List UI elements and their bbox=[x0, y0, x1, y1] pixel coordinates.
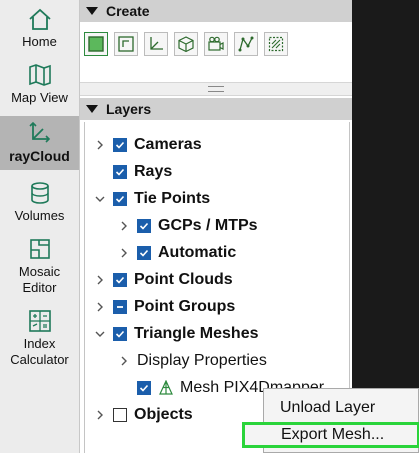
layer-checkbox[interactable] bbox=[137, 219, 151, 233]
nav-home[interactable]: Home bbox=[0, 6, 79, 58]
chevron-right-icon[interactable] bbox=[93, 138, 107, 152]
camera-icon bbox=[207, 35, 225, 53]
layers-section-header[interactable]: Layers bbox=[80, 98, 352, 120]
layer-checkbox[interactable] bbox=[113, 408, 127, 422]
layer-checkbox[interactable] bbox=[113, 165, 127, 179]
layer-checkbox[interactable] bbox=[113, 192, 127, 206]
layers-title: Layers bbox=[106, 101, 152, 117]
axis-icon bbox=[147, 35, 165, 53]
nav-mosaic-editor[interactable]: Mosaic Editor bbox=[0, 236, 79, 302]
nav-map-view[interactable]: Map View bbox=[0, 62, 79, 112]
collapse-triangle-icon bbox=[86, 105, 98, 113]
layer-row-automatic[interactable]: Automatic bbox=[85, 240, 349, 266]
nav-raycloud[interactable]: rayCloud bbox=[0, 116, 79, 170]
new-frame-icon bbox=[117, 35, 135, 53]
nav-mosaic-editor-label: Mosaic Editor bbox=[18, 264, 61, 295]
raycloud-panel: Create Layers Cameras Rays Tie Points GCPs … bbox=[80, 0, 352, 453]
panel-splitter[interactable] bbox=[80, 82, 352, 96]
layer-label: Triangle Meshes bbox=[134, 325, 259, 342]
layer-label: GCPs / MTPs bbox=[158, 217, 258, 234]
nav-raycloud-label: rayCloud bbox=[9, 148, 70, 164]
cube-tool[interactable] bbox=[174, 32, 198, 56]
layer-label: Tie Points bbox=[134, 190, 211, 207]
layer-label: Point Clouds bbox=[134, 271, 233, 288]
layer-row-gcps-mtps[interactable]: GCPs / MTPs bbox=[85, 213, 349, 239]
nav-index-calculator-label: Index Calculator bbox=[10, 336, 69, 367]
menu-item-unload-layer[interactable]: Unload Layer bbox=[264, 395, 419, 421]
axes-icon bbox=[27, 120, 53, 146]
grid-square-tool[interactable] bbox=[264, 32, 288, 56]
layer-label: Objects bbox=[134, 406, 193, 423]
chevron-right-icon[interactable] bbox=[117, 246, 131, 260]
create-title: Create bbox=[106, 3, 150, 19]
layer-row-triangle-meshes[interactable]: Triangle Meshes bbox=[85, 321, 349, 347]
chevron-right-icon[interactable] bbox=[117, 354, 131, 368]
cube-icon bbox=[177, 35, 195, 53]
layer-label: Cameras bbox=[134, 136, 202, 153]
new-frame-tool[interactable] bbox=[114, 32, 138, 56]
grid-square-icon bbox=[267, 35, 285, 53]
polyline-tool[interactable] bbox=[234, 32, 258, 56]
collapse-triangle-icon bbox=[86, 7, 98, 15]
nav-home-label: Home bbox=[22, 34, 57, 49]
layer-row-rays[interactable]: Rays bbox=[85, 159, 349, 185]
layer-row-point-groups[interactable]: Point Groups bbox=[85, 294, 349, 320]
mesh-icon bbox=[158, 380, 174, 396]
create-toolbar bbox=[84, 32, 288, 58]
layer-label: Automatic bbox=[158, 244, 237, 261]
map-icon bbox=[27, 62, 53, 88]
layer-row-point-clouds[interactable]: Point Clouds bbox=[85, 267, 349, 293]
chevron-right-icon[interactable] bbox=[93, 273, 107, 287]
layer-label: Point Groups bbox=[134, 298, 236, 315]
new-rectangle-icon bbox=[87, 35, 105, 53]
nav-volumes-label: Volumes bbox=[14, 208, 65, 223]
mosaic-icon bbox=[27, 236, 53, 262]
layer-row-cameras[interactable]: Cameras bbox=[85, 132, 349, 158]
layer-checkbox[interactable] bbox=[137, 246, 151, 260]
nav-index-calculator[interactable]: Index Calculator bbox=[0, 308, 79, 374]
chevron-right-icon[interactable] bbox=[93, 300, 107, 314]
axis-tool[interactable] bbox=[144, 32, 168, 56]
layer-checkbox[interactable] bbox=[113, 273, 127, 287]
layer-checkbox[interactable] bbox=[113, 300, 127, 314]
new-rectangle-tool[interactable] bbox=[84, 32, 108, 56]
calculator-icon bbox=[27, 308, 53, 334]
menu-item-export-mesh[interactable]: Export Mesh... bbox=[242, 422, 419, 448]
chevron-right-icon[interactable] bbox=[117, 219, 131, 233]
export-mesh-label: Export Mesh... bbox=[281, 426, 385, 443]
create-section-header[interactable]: Create bbox=[80, 0, 352, 22]
chevron-down-icon[interactable] bbox=[93, 327, 107, 341]
unload-layer-label: Unload Layer bbox=[280, 399, 376, 416]
layer-label: Rays bbox=[134, 163, 173, 180]
cylinder-icon bbox=[27, 180, 53, 206]
layer-checkbox[interactable] bbox=[137, 381, 151, 395]
home-icon bbox=[27, 6, 53, 32]
layer-row-tie-points[interactable]: Tie Points bbox=[85, 186, 349, 212]
layer-checkbox[interactable] bbox=[113, 138, 127, 152]
camera-tool[interactable] bbox=[204, 32, 228, 56]
layer-checkbox[interactable] bbox=[113, 327, 127, 341]
layer-label: Display Properties bbox=[137, 352, 267, 369]
splitter-grip-icon bbox=[208, 86, 224, 92]
nav-map-view-label: Map View bbox=[11, 90, 68, 105]
chevron-right-icon[interactable] bbox=[93, 408, 107, 422]
layer-row-display-properties[interactable]: Display Properties bbox=[85, 348, 349, 374]
polyline-icon bbox=[237, 35, 255, 53]
chevron-down-icon[interactable] bbox=[93, 192, 107, 206]
left-navigation: Home Map View rayCloud Volumes Mosaic Ed… bbox=[0, 0, 80, 453]
nav-volumes[interactable]: Volumes bbox=[0, 180, 79, 230]
context-menu: Unload Layer Export Mesh... bbox=[242, 388, 419, 453]
